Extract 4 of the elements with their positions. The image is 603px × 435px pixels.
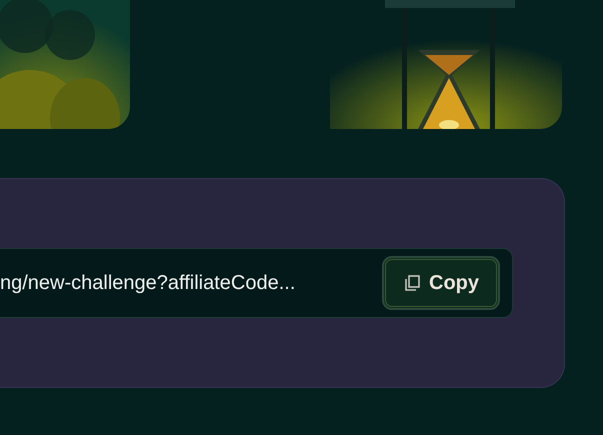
link-field[interactable]: ng/new-challenge?affiliateCode... Copy (0, 248, 513, 318)
copy-icon (403, 274, 421, 292)
referral-link: ng/new-challenge?affiliateCode... (0, 271, 296, 296)
copy-button[interactable]: Copy (382, 256, 500, 310)
